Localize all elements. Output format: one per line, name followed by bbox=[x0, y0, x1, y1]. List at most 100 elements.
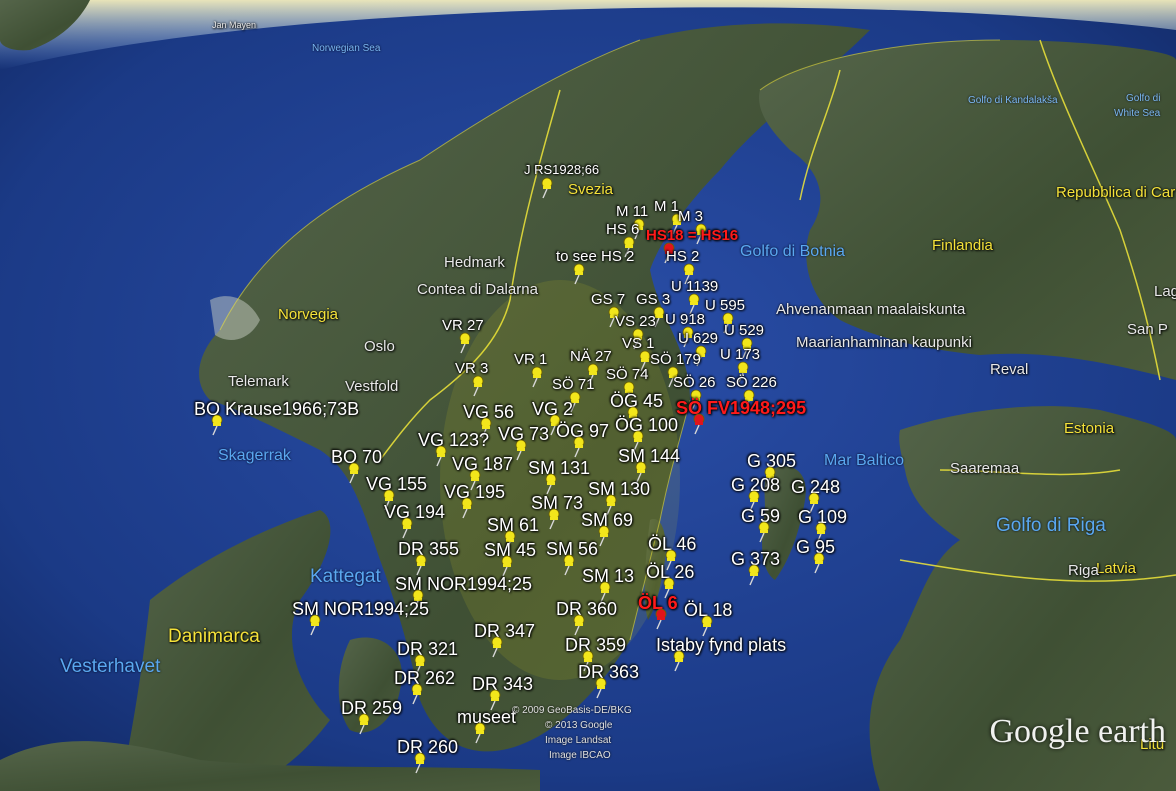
pushpin-icon[interactable] bbox=[345, 462, 361, 484]
water-label: Skagerrak bbox=[218, 447, 291, 464]
placemark-label[interactable]: DR 363 bbox=[578, 663, 639, 681]
pushpin-icon[interactable] bbox=[538, 177, 554, 199]
place-label: Riga bbox=[1068, 562, 1099, 579]
placemark-label[interactable]: SÖ 71 bbox=[552, 377, 595, 392]
placemark-label[interactable]: DR 260 bbox=[397, 738, 458, 756]
map-view[interactable]: J RS1928;66 M 11 M 1M 3 HS 6 HS18 = HS16 to s… bbox=[0, 0, 1176, 791]
placemark-label[interactable]: U 595 bbox=[705, 298, 745, 313]
placemark-label[interactable]: DR 343 bbox=[472, 675, 533, 693]
placemark-label[interactable]: SM 144 bbox=[618, 447, 680, 465]
pushpin-icon[interactable] bbox=[306, 614, 322, 636]
placemark-label[interactable]: VR 27 bbox=[442, 318, 484, 333]
pushpin-icon[interactable] bbox=[488, 636, 504, 658]
google-earth-logo: Google earth bbox=[989, 713, 1166, 750]
country-label: Latvia bbox=[1096, 560, 1137, 577]
pushpin-icon[interactable] bbox=[690, 413, 706, 435]
placemark-label[interactable]: SÖ 179 bbox=[650, 352, 701, 367]
country-label: Norvegia bbox=[278, 306, 339, 323]
placemark-label[interactable]: SÖ 26 bbox=[673, 375, 716, 390]
credit-line: Image IBCAO bbox=[549, 750, 611, 761]
water-label: Norwegian Sea bbox=[312, 43, 381, 54]
pushpin-icon[interactable] bbox=[755, 521, 771, 543]
placemark-label[interactable]: SM 130 bbox=[588, 480, 650, 498]
pushpin-icon[interactable] bbox=[542, 473, 558, 495]
pushpin-icon[interactable] bbox=[398, 517, 414, 539]
placemark-label[interactable]: DR 355 bbox=[398, 540, 459, 558]
placemark-label[interactable]: DR 359 bbox=[565, 636, 626, 654]
pushpin-icon[interactable] bbox=[458, 497, 474, 519]
pushpin-icon[interactable] bbox=[411, 752, 427, 774]
placemark-label[interactable]: U 173 bbox=[720, 347, 760, 362]
pushpin-icon[interactable] bbox=[570, 436, 586, 458]
placemark-label[interactable]: M 1 bbox=[654, 199, 679, 214]
pushpin-icon[interactable] bbox=[456, 332, 472, 354]
pushpin-icon[interactable] bbox=[528, 366, 544, 388]
pushpin-icon[interactable] bbox=[408, 683, 424, 705]
place-label: Vestfold bbox=[345, 378, 399, 395]
placemark-label[interactable]: GS 7 bbox=[591, 292, 625, 307]
placemark-label[interactable]: SÖ 74 bbox=[606, 367, 649, 382]
pushpin-icon[interactable] bbox=[471, 722, 487, 744]
pushpin-icon[interactable] bbox=[570, 614, 586, 636]
pushpin-icon[interactable] bbox=[670, 650, 686, 672]
country-label: Svezia bbox=[568, 181, 614, 198]
pushpin-icon[interactable] bbox=[545, 508, 561, 530]
placemark-label[interactable]: U 629 bbox=[678, 331, 718, 346]
placemark-label[interactable]: VG 187 bbox=[452, 455, 513, 473]
place-label: Ahvenanmaan maalaiskunta bbox=[776, 301, 966, 318]
pushpin-icon[interactable] bbox=[652, 608, 668, 630]
placemark-label[interactable]: DR 360 bbox=[556, 600, 617, 618]
placemark-label[interactable]: DR 259 bbox=[341, 699, 402, 717]
placemark-label[interactable]: VG 194 bbox=[384, 503, 445, 521]
placemark-label[interactable]: VG 195 bbox=[444, 483, 505, 501]
water-label: Vesterhavet bbox=[60, 656, 161, 677]
placemark-label[interactable]: ÖG 100 bbox=[615, 416, 678, 434]
pushpin-icon[interactable] bbox=[698, 615, 714, 637]
credit-line: Image Landsat bbox=[545, 735, 612, 746]
pushpin-icon[interactable] bbox=[355, 713, 371, 735]
placemark-label[interactable]: M 11 bbox=[616, 204, 648, 219]
place-label: Contea di Dalarna bbox=[417, 281, 538, 298]
placemark-label[interactable]: VS 1 bbox=[622, 336, 655, 351]
placemark-label[interactable]: U 1139 bbox=[671, 279, 718, 294]
placemark-label[interactable]: SM 131 bbox=[528, 459, 590, 477]
pushpin-icon[interactable] bbox=[469, 375, 485, 397]
place-label: Oslo bbox=[364, 338, 395, 355]
placemark-label[interactable]: HS 6 bbox=[606, 222, 639, 237]
placemark-label[interactable]: VR 1 bbox=[514, 352, 547, 367]
pushpin-icon[interactable] bbox=[810, 552, 826, 574]
place-label: Jan Mayen bbox=[212, 20, 257, 30]
placemark-label[interactable]: HS 2 bbox=[666, 249, 699, 264]
placemark-label[interactable]: GS 3 bbox=[636, 292, 670, 307]
placemark-label[interactable]: U 529 bbox=[724, 323, 764, 338]
placemark-label[interactable]: DR 347 bbox=[474, 622, 535, 640]
placemark-label[interactable]: HS18 = HS16 bbox=[646, 228, 738, 243]
credit-line: © 2013 Google bbox=[545, 720, 613, 731]
water-label: Mar Baltico bbox=[824, 452, 905, 469]
placemark-label[interactable]: M 3 bbox=[678, 209, 703, 224]
place-label: Saaremaa bbox=[950, 460, 1020, 477]
place-label: Reval bbox=[990, 361, 1029, 378]
pushpin-icon[interactable] bbox=[432, 445, 448, 467]
pushpin-icon[interactable] bbox=[560, 554, 576, 576]
placemark-label[interactable]: VG 155 bbox=[366, 475, 427, 493]
placemark-label[interactable]: DR 262 bbox=[394, 669, 455, 687]
placemark-label[interactable]: DR 321 bbox=[397, 640, 458, 658]
placemark-label[interactable]: VS 23 bbox=[615, 314, 656, 329]
pushpin-icon[interactable] bbox=[208, 414, 224, 436]
pushpin-icon[interactable] bbox=[512, 439, 528, 461]
pushpin-icon[interactable] bbox=[412, 554, 428, 576]
water-label: Kattegat bbox=[310, 566, 381, 587]
placemark-label[interactable]: U 918 bbox=[665, 312, 705, 327]
placemark-label[interactable]: to see HS 2 bbox=[556, 249, 634, 264]
pushpin-icon[interactable] bbox=[570, 263, 586, 285]
country-label: Finlandia bbox=[932, 237, 993, 254]
pushpin-icon[interactable] bbox=[745, 564, 761, 586]
placemark-label[interactable]: J RS1928;66 bbox=[524, 163, 599, 176]
pushpin-icon[interactable] bbox=[592, 677, 608, 699]
placemark-label[interactable]: NÄ 27 bbox=[570, 349, 612, 364]
placemark-label[interactable]: VG 123? bbox=[418, 431, 489, 449]
placemark-label[interactable]: SÖ 226 bbox=[726, 375, 777, 390]
placemark-label[interactable]: VR 3 bbox=[455, 361, 488, 376]
place-label: Hedmark bbox=[444, 254, 505, 271]
